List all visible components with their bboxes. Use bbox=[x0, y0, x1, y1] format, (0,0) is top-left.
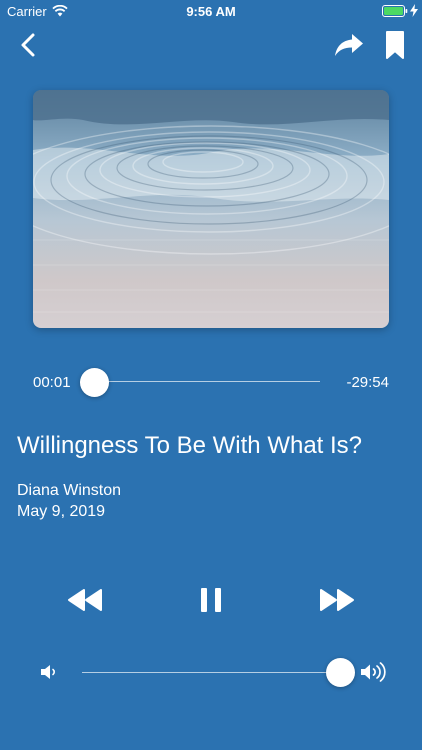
progress-slider-track[interactable] bbox=[94, 381, 320, 382]
volume-high-icon bbox=[361, 662, 386, 682]
elapsed-time: 00:01 bbox=[33, 374, 71, 391]
pause-icon[interactable] bbox=[198, 586, 224, 614]
track-author: Diana Winston bbox=[17, 482, 122, 499]
clock-time: 9:56 AM bbox=[186, 4, 236, 19]
episode-artwork bbox=[33, 90, 389, 328]
status-bar: Carrier 9:56 AM bbox=[0, 0, 422, 22]
volume-slider-track[interactable] bbox=[82, 672, 340, 673]
transport-controls bbox=[0, 584, 422, 618]
navigation-bar bbox=[0, 26, 422, 66]
volume-low-icon bbox=[41, 665, 55, 679]
share-arrow-icon[interactable] bbox=[334, 32, 364, 58]
progress-slider-thumb[interactable] bbox=[80, 368, 109, 397]
bookmark-icon[interactable] bbox=[384, 30, 406, 60]
track-date: May 9, 2019 bbox=[17, 503, 106, 520]
charging-bolt-icon bbox=[410, 4, 418, 17]
remaining-time: -29:54 bbox=[346, 374, 389, 391]
rewind-icon[interactable] bbox=[66, 588, 104, 612]
back-chevron-icon[interactable] bbox=[16, 32, 42, 58]
volume-slider-thumb[interactable] bbox=[326, 658, 355, 687]
water-ripples-image bbox=[33, 90, 389, 328]
battery-icon bbox=[382, 5, 408, 17]
fast-forward-icon[interactable] bbox=[318, 588, 356, 612]
track-title: Willingness To Be With What Is? bbox=[17, 432, 363, 459]
